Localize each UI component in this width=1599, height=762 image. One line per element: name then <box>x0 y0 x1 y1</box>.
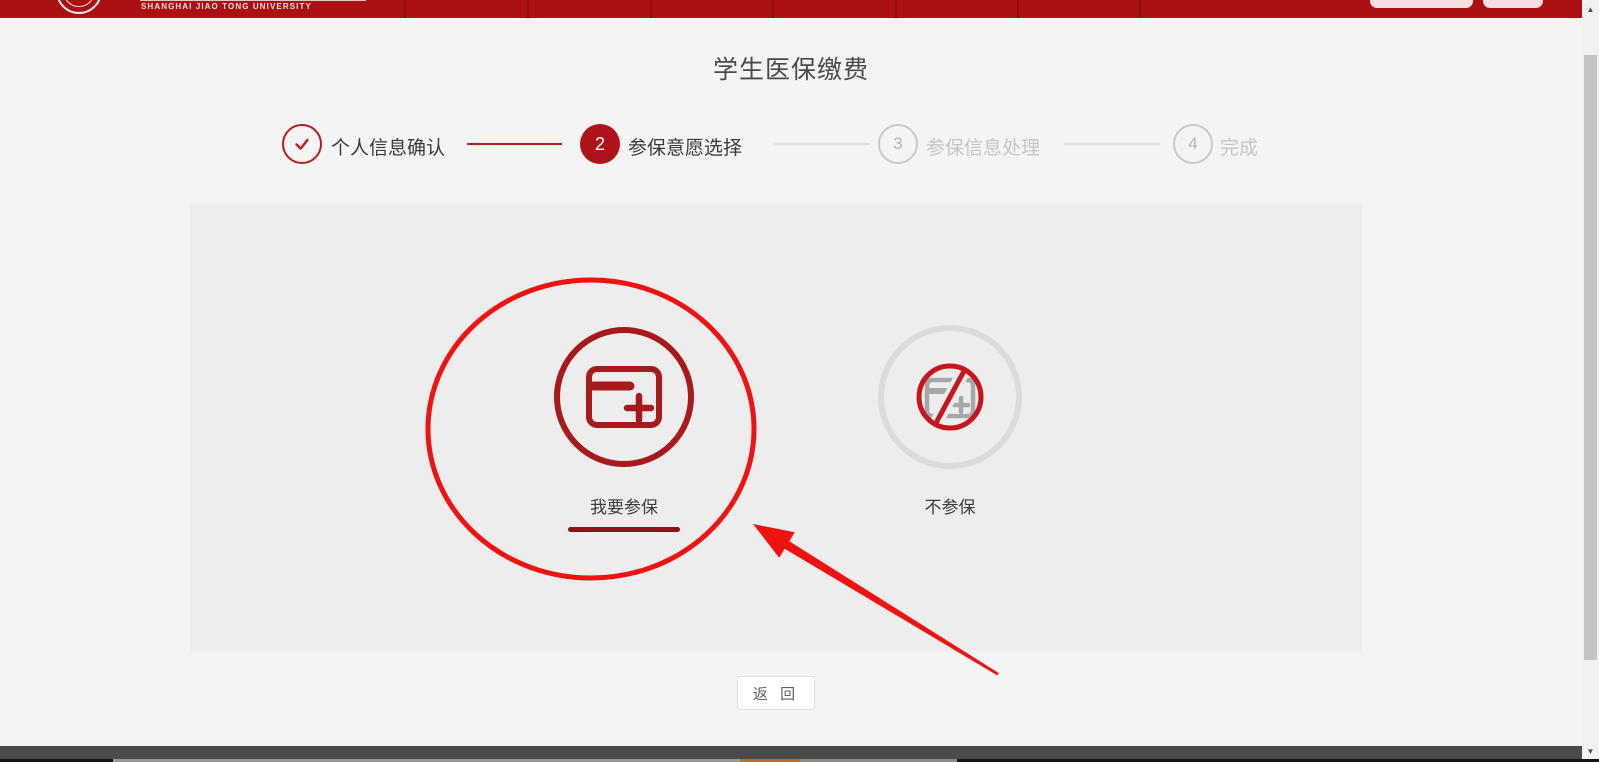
step-3-number: 3 <box>893 134 902 154</box>
logo-underline <box>140 0 366 1</box>
nav-divider <box>527 0 529 18</box>
step-3-label: 参保信息处理 <box>926 133 1040 160</box>
header-action-button-2[interactable] <box>1483 0 1543 8</box>
step-connector-2 <box>775 143 870 145</box>
step-1-label: 个人信息确认 <box>331 133 445 160</box>
step-connector-1 <box>467 143 562 145</box>
step-4-label: 完成 <box>1220 133 1258 160</box>
nav-divider <box>772 0 774 18</box>
option-decline-label[interactable]: 不参保 <box>878 493 1022 518</box>
vertical-scrollbar[interactable]: ▲ ▼ <box>1582 0 1599 762</box>
top-navbar: SHANGHAI JIAO TONG UNIVERSITY <box>0 0 1582 18</box>
step-4-circle: 4 <box>1173 124 1213 164</box>
university-name-text: SHANGHAI JIAO TONG UNIVERSITY <box>141 2 312 11</box>
step-1-circle <box>282 124 322 164</box>
step-2-number: 2 <box>595 134 605 155</box>
no-insure-card-icon[interactable] <box>905 352 995 442</box>
nav-divider <box>1017 0 1019 18</box>
nav-divider <box>1139 0 1141 18</box>
nav-divider <box>650 0 652 18</box>
step-4-number: 4 <box>1188 134 1197 154</box>
back-button[interactable]: 返 回 <box>737 676 815 710</box>
header-action-button-1[interactable] <box>1370 0 1473 8</box>
nav-divider <box>404 0 406 18</box>
step-2-circle: 2 <box>580 124 620 164</box>
options-panel <box>190 203 1362 651</box>
insure-card-plus-icon[interactable] <box>584 364 664 430</box>
step-2-label: 参保意愿选择 <box>628 133 742 160</box>
page-title: 学生医保缴费 <box>0 50 1582 86</box>
university-seal-inner-ring <box>63 0 95 7</box>
nav-divider <box>895 0 897 18</box>
option-enroll-selected-underline <box>568 527 680 532</box>
step-connector-3 <box>1064 143 1160 145</box>
university-seal-logo <box>56 0 102 14</box>
horizontal-scrollbar[interactable] <box>0 746 1582 759</box>
check-icon <box>291 133 313 155</box>
screen: SHANGHAI JIAO TONG UNIVERSITY 学生医保缴费 个人信… <box>0 0 1599 762</box>
vertical-scrollbar-thumb[interactable] <box>1584 55 1597 660</box>
option-enroll-label[interactable]: 我要参保 <box>554 493 694 518</box>
step-3-circle: 3 <box>878 124 918 164</box>
scroll-up-icon[interactable]: ▲ <box>1582 2 1599 17</box>
scroll-down-icon[interactable]: ▼ <box>1582 744 1599 759</box>
